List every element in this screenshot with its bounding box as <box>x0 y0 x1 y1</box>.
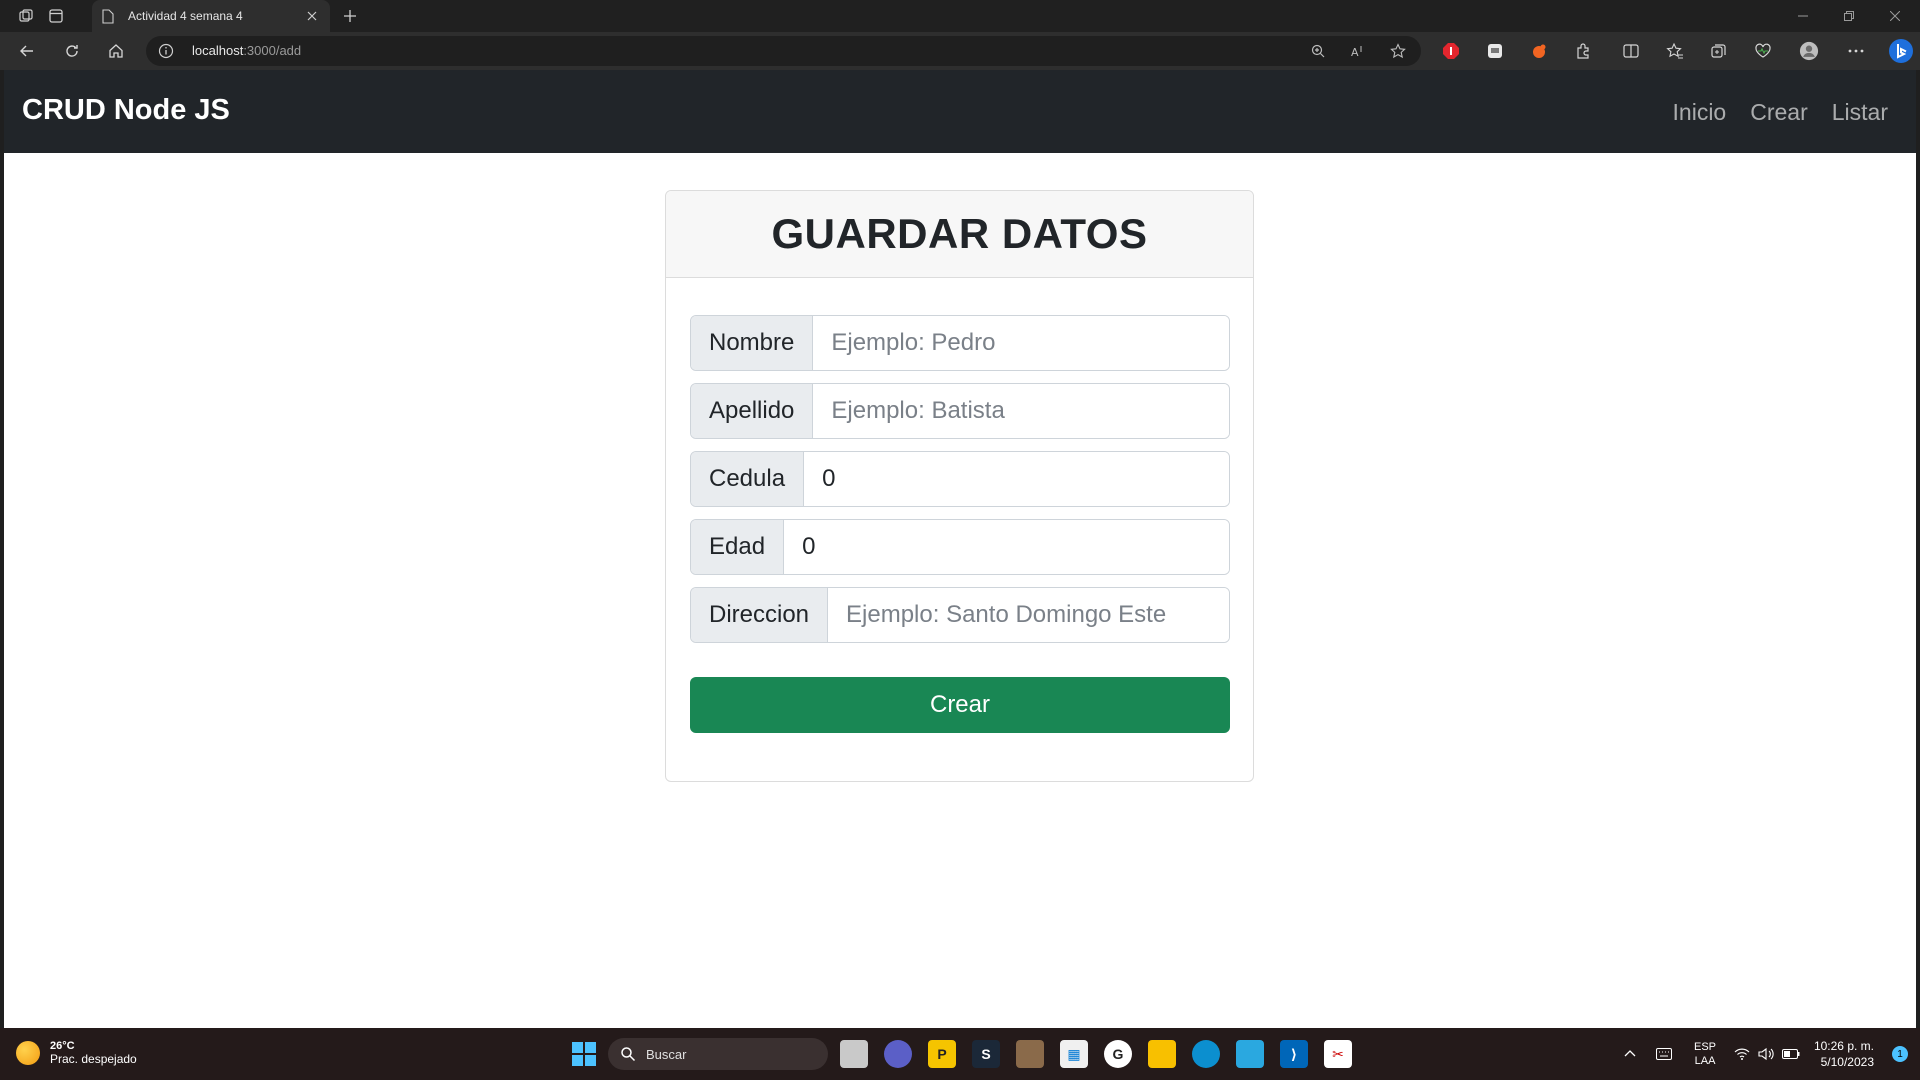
close-window-icon[interactable] <box>1872 0 1918 32</box>
search-icon <box>620 1046 636 1062</box>
site-info-icon[interactable] <box>158 43 174 59</box>
tab-title: Actividad 4 semana 4 <box>128 9 243 23</box>
svg-text:A: A <box>1351 46 1359 59</box>
form-card: GUARDAR DATOS Nombre Apellido Cedula Eda… <box>665 190 1254 782</box>
url-host: localhost <box>192 43 244 58</box>
restore-icon[interactable] <box>1826 0 1872 32</box>
weather-description: Prac. despejado <box>50 1052 137 1066</box>
language-indicator[interactable]: ESP LAA <box>1694 1028 1716 1080</box>
url-path: :3000/add <box>243 43 302 58</box>
apellido-label: Apellido <box>691 384 814 438</box>
vscode-icon[interactable]: ⟩ <box>1280 1040 1308 1068</box>
nombre-input[interactable] <box>813 316 1229 370</box>
extension-icon[interactable] <box>1485 41 1505 61</box>
weather-widget[interactable]: 26°C Prac. despejado <box>16 1040 137 1066</box>
nav-link-inicio[interactable]: Inicio <box>1673 99 1727 126</box>
volume-icon[interactable] <box>1758 1028 1774 1080</box>
nombre-label: Nombre <box>691 316 814 370</box>
clock-time: 10:26 p. m. <box>1813 1039 1874 1053</box>
edge-icon[interactable] <box>1192 1040 1220 1068</box>
edad-input[interactable] <box>784 520 1229 574</box>
tab-actions-icon[interactable] <box>36 0 76 32</box>
form-title: GUARDAR DATOS <box>771 210 1148 257</box>
wifi-icon[interactable] <box>1734 1028 1750 1080</box>
url-text: localhost:3000/add <box>192 43 301 58</box>
split-screen-icon[interactable] <box>1621 41 1641 61</box>
direccion-group: Direccion <box>690 587 1230 643</box>
chat-icon[interactable] <box>884 1040 912 1068</box>
profile-avatar-icon[interactable] <box>1799 41 1819 61</box>
windows-start-icon[interactable] <box>572 1042 596 1066</box>
nav-link-crear[interactable]: Crear <box>1750 99 1808 126</box>
app-brand[interactable]: CRUD Node JS <box>22 94 230 127</box>
language-code: ESP <box>1694 1041 1717 1053</box>
browser-tab-active[interactable]: Actividad 4 semana 4 <box>92 0 330 32</box>
browser-toolbar: localhost:3000/add A <box>0 32 1920 70</box>
show-hidden-icons-icon[interactable] <box>1624 1028 1636 1080</box>
app-navbar: CRUD Node JS Inicio Crear Listar <box>4 70 1916 153</box>
bing-copilot-icon[interactable] <box>1888 38 1914 64</box>
keyboard-layout: LAA <box>1694 1055 1716 1067</box>
card-header: GUARDAR DATOS <box>666 191 1253 278</box>
apellido-group: Apellido <box>690 383 1230 439</box>
weather-temperature: 26°C <box>50 1040 75 1052</box>
read-aloud-icon[interactable]: A <box>1349 42 1367 60</box>
microsoft-store-icon[interactable]: ▦ <box>1060 1040 1088 1068</box>
edad-group: Edad <box>690 519 1230 575</box>
adblock-extension-icon[interactable] <box>1441 41 1461 61</box>
favorites-icon[interactable] <box>1665 41 1685 61</box>
crear-button[interactable]: Crear <box>690 677 1230 733</box>
minimize-icon[interactable] <box>1780 0 1826 32</box>
keyboard-icon[interactable] <box>1656 1028 1672 1080</box>
refresh-icon[interactable] <box>58 37 86 65</box>
plex-app-icon[interactable]: P <box>928 1040 956 1068</box>
snipping-tool-icon[interactable]: ✂ <box>1324 1040 1352 1068</box>
clock-date: 5/10/2023 <box>1820 1055 1874 1069</box>
nombre-group: Nombre <box>690 315 1230 371</box>
address-bar[interactable]: localhost:3000/add A <box>146 36 1421 66</box>
zoom-icon[interactable] <box>1309 42 1327 60</box>
cedula-group: Cedula <box>690 451 1230 507</box>
file-explorer-icon[interactable] <box>1148 1040 1176 1068</box>
more-options-icon[interactable] <box>1846 41 1866 61</box>
collections-icon[interactable] <box>1709 41 1729 61</box>
close-tab-icon[interactable] <box>304 8 320 24</box>
orange-extension-icon[interactable] <box>1529 41 1549 61</box>
page-icon <box>102 8 118 24</box>
back-icon[interactable] <box>13 37 41 65</box>
steam-icon[interactable]: S <box>972 1040 1000 1068</box>
system-clock[interactable]: 10:26 p. m. 5/10/2023 <box>1814 1038 1874 1070</box>
notepad-icon[interactable] <box>1236 1040 1264 1068</box>
cedula-label: Cedula <box>691 452 805 506</box>
direccion-label: Direccion <box>691 588 829 642</box>
battery-icon[interactable] <box>1782 1028 1800 1080</box>
taskbar-search[interactable]: Buscar <box>608 1038 828 1070</box>
windows-taskbar: 26°C Prac. despejado Buscar P S ▦ G ⟩ ✂ … <box>0 1028 1920 1080</box>
nav-links: Inicio Crear Listar <box>1673 99 1888 126</box>
direccion-input[interactable] <box>828 588 1229 642</box>
home-icon[interactable] <box>102 37 130 65</box>
browser-essentials-icon[interactable] <box>1753 41 1773 61</box>
cedula-input[interactable] <box>804 452 1229 506</box>
weather-sun-icon <box>16 1041 40 1065</box>
apellido-input[interactable] <box>813 384 1229 438</box>
browser-tabbar: Actividad 4 semana 4 <box>0 0 1920 32</box>
extensions-puzzle-icon[interactable] <box>1573 41 1593 61</box>
new-tab-icon[interactable] <box>338 4 362 28</box>
web-page: CRUD Node JS Inicio Crear Listar GUARDAR… <box>4 70 1916 1028</box>
game-app-icon[interactable] <box>1016 1040 1044 1068</box>
task-view-icon[interactable] <box>840 1040 868 1068</box>
favorite-star-icon[interactable] <box>1389 42 1407 60</box>
edad-label: Edad <box>691 520 785 574</box>
nav-link-listar[interactable]: Listar <box>1832 99 1888 126</box>
github-icon[interactable]: G <box>1104 1040 1132 1068</box>
search-placeholder: Buscar <box>646 1046 687 1062</box>
data-form: Nombre Apellido Cedula Edad Direccion <box>690 315 1230 655</box>
notification-badge[interactable]: 1 <box>1892 1046 1908 1062</box>
